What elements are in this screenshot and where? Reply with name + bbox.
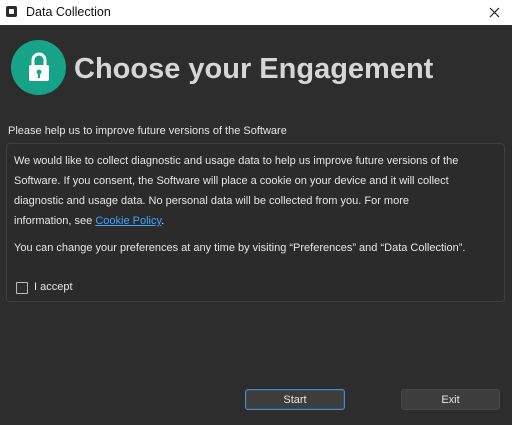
lock-icon (29, 52, 49, 81)
consent-line: diagnostic and usage data. No personal d… (14, 195, 409, 207)
subtitle: Please help us to improve future version… (8, 125, 287, 137)
consent-line: Software. If you consent, the Software w… (14, 175, 449, 187)
consent-line: We would like to collect diagnostic and … (14, 155, 459, 167)
app-icon (6, 6, 17, 17)
consent-line-suffix: . (161, 215, 165, 227)
consent-paragraph: We would like to collect diagnostic and … (14, 151, 502, 231)
start-button[interactable]: Start (245, 389, 345, 410)
consent-line: information, see Cookie Policy. (14, 211, 502, 231)
close-icon (489, 7, 500, 18)
window-title: Data Collection (26, 5, 111, 19)
close-button[interactable] (478, 0, 512, 25)
consent-panel: We would like to collect diagnostic and … (6, 143, 505, 302)
accept-checkbox[interactable] (16, 282, 28, 294)
exit-button[interactable]: Exit (401, 389, 500, 410)
page-title: Choose your Engagement (74, 53, 434, 85)
cookie-policy-link[interactable]: Cookie Policy (95, 215, 161, 227)
dialog-content: Choose your Engagement Please help us to… (0, 25, 512, 425)
accept-label[interactable]: I accept (34, 280, 73, 294)
consent-text: We would like to collect diagnostic and … (14, 151, 502, 258)
preferences-line: You can change your preferences at any t… (14, 242, 466, 254)
title-bar: Data Collection (0, 0, 512, 25)
data-collection-window: Data Collection Choose your Engagement P… (0, 0, 512, 425)
lock-badge (11, 40, 66, 95)
preferences-paragraph: You can change your preferences at any t… (14, 238, 502, 258)
consent-line-prefix: information, see (14, 215, 96, 227)
